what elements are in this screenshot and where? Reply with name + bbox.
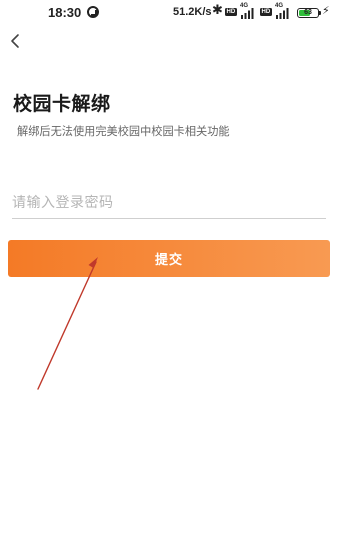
- password-input[interactable]: [12, 187, 326, 219]
- submit-button[interactable]: 提交: [8, 240, 330, 277]
- back-button[interactable]: [5, 30, 27, 52]
- page-title: 校园卡解绑: [13, 93, 111, 115]
- battery-tip: [319, 11, 321, 15]
- network-speed: 51.2K/s: [173, 6, 212, 18]
- hd-icon: HD: [225, 8, 237, 16]
- signal-icon: [241, 8, 254, 19]
- bluetooth-icon: ✱: [212, 3, 223, 18]
- battery-level: 63: [304, 9, 312, 16]
- chevron-left-icon: [11, 34, 19, 48]
- hd-icon-2: HD: [260, 8, 272, 16]
- battery-icon: 63: [297, 8, 319, 18]
- status-time: 18:30: [48, 5, 82, 20]
- bolt-icon: ⚡: [322, 4, 330, 17]
- app-notification-icon: [87, 6, 99, 18]
- page-subtitle: 解绑后无法使用完美校园中校园卡相关功能: [17, 125, 230, 138]
- signal-icon-2: [276, 8, 289, 19]
- status-bar: 18:30 51.2K/s ✱ HD 4G HD 4G 63 ⚡: [0, 0, 339, 26]
